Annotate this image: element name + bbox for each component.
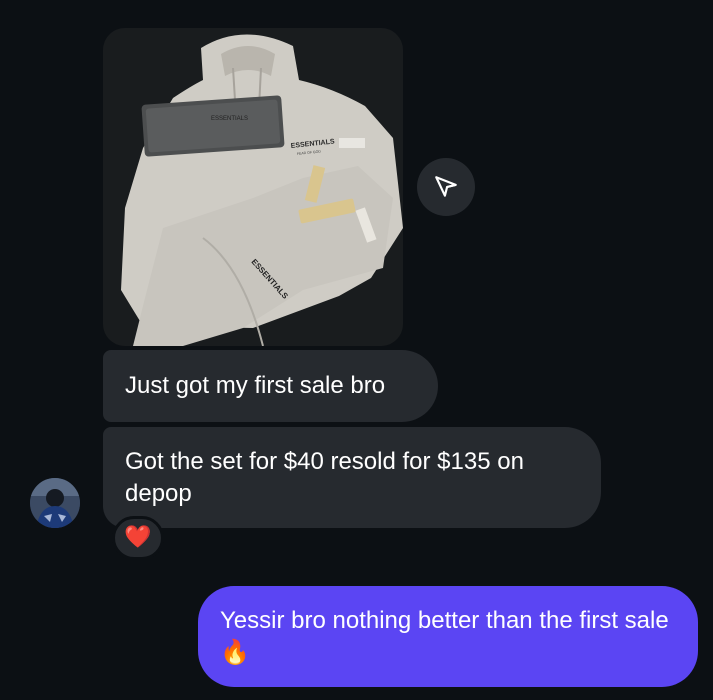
heart-icon: ❤️ [124, 525, 152, 550]
message-text: Just got my first sale bro [125, 372, 386, 399]
message-bubble-incoming[interactable]: Got the set for $40 resold for $135 on d… [103, 427, 601, 528]
chat-thread: ESSENTIALS ESSENTIALS FEAR OF GOD ESSENT… [0, 0, 713, 700]
message-reaction[interactable]: ❤️ [112, 516, 164, 560]
shared-photo[interactable]: ESSENTIALS ESSENTIALS FEAR OF GOD ESSENT… [103, 28, 403, 346]
fire-emoji: 🔥 [220, 639, 250, 666]
avatar[interactable] [30, 478, 80, 528]
share-button[interactable] [417, 158, 475, 216]
photo-illustration: ESSENTIALS ESSENTIALS FEAR OF GOD ESSENT… [103, 28, 403, 346]
message-text: Got the set for $40 resold for $135 on d… [125, 448, 524, 507]
send-icon [435, 176, 457, 197]
message-bubble-incoming[interactable]: Just got my first sale bro [103, 350, 438, 422]
message-text: Yessir bro nothing better than the first… [220, 607, 669, 634]
box-label: ESSENTIALS [211, 116, 248, 122]
avatar-image [30, 478, 80, 528]
message-bubble-outgoing[interactable]: Yessir bro nothing better than the first… [198, 586, 698, 687]
